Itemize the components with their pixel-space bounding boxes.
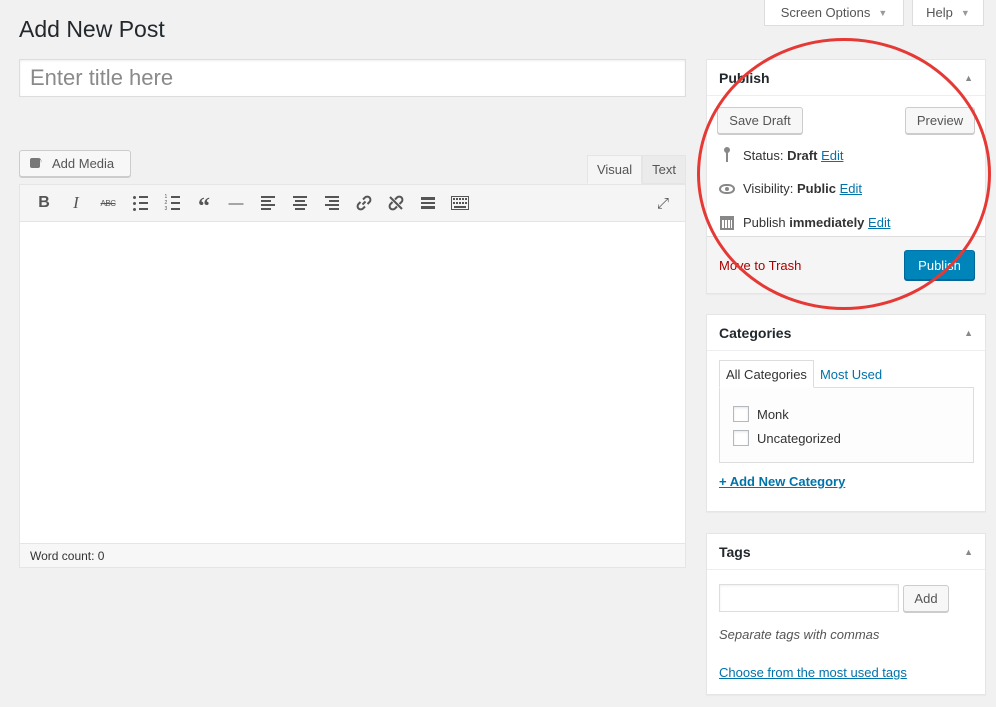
edit-publish-time-link[interactable]: Edit xyxy=(868,215,890,230)
link-icon[interactable] xyxy=(348,188,380,218)
editor-mode-tabs: Visual Text xyxy=(586,155,686,184)
category-label: Monk xyxy=(757,406,789,422)
unlink-icon[interactable] xyxy=(380,188,412,218)
caret-down-icon: ▼ xyxy=(878,7,888,18)
screen-meta-links: Screen Options ▼ Help ▼ xyxy=(764,0,984,26)
category-checklist: Monk Uncategorized xyxy=(719,387,974,463)
horizontal-rule-icon[interactable]: — xyxy=(220,188,252,218)
publish-actions: Move to Trash Publish xyxy=(707,236,985,293)
visibility-label: Visibility: xyxy=(743,181,794,196)
page-title: Add New Post xyxy=(19,16,165,42)
publish-time-row: Publish immediately Edit xyxy=(719,215,890,230)
visibility-value: Public xyxy=(796,181,836,196)
post-status-row: Status: Draft Edit xyxy=(719,147,843,163)
screen-options-button[interactable]: Screen Options ▼ xyxy=(764,0,904,26)
category-item[interactable]: Uncategorized xyxy=(720,426,973,450)
help-label: Help xyxy=(926,5,953,20)
numbered-list-icon[interactable]: 123 xyxy=(156,188,188,218)
read-more-icon[interactable] xyxy=(412,188,444,218)
publish-time-value: immediately xyxy=(789,215,865,230)
preview-button[interactable]: Preview xyxy=(905,107,975,134)
editor-toolbar: B I ABC 123 “ — ⤢ xyxy=(20,185,685,222)
edit-visibility-link[interactable]: Edit xyxy=(840,181,862,196)
category-tabs: All Categories Most Used xyxy=(719,360,888,388)
choose-most-used-tags-link[interactable]: Choose from the most used tags xyxy=(719,665,907,680)
category-checkbox[interactable] xyxy=(733,430,749,446)
collapse-arrow-icon[interactable]: ▲ xyxy=(964,547,973,557)
bullet-list-icon[interactable] xyxy=(124,188,156,218)
tags-box-header[interactable]: Tags ▲ xyxy=(707,534,985,570)
caret-down-icon: ▼ xyxy=(960,7,970,18)
tab-visual[interactable]: Visual xyxy=(586,155,643,184)
help-button[interactable]: Help ▼ xyxy=(912,0,984,26)
bold-icon[interactable]: B xyxy=(28,188,60,218)
new-tag-input[interactable] xyxy=(719,584,899,612)
tab-most-used[interactable]: Most Used xyxy=(814,360,888,388)
publish-button[interactable]: Publish xyxy=(904,250,975,280)
fullscreen-icon[interactable]: ⤢ xyxy=(647,188,679,218)
add-media-label: Add Media xyxy=(52,156,115,171)
publish-time-label: Publish xyxy=(743,215,786,230)
editor-content-area[interactable] xyxy=(20,222,685,544)
align-right-icon[interactable] xyxy=(316,188,348,218)
categories-box: Categories ▲ All Categories Most Used Mo… xyxy=(706,314,986,512)
edit-status-link[interactable]: Edit xyxy=(821,148,843,163)
tab-all-categories[interactable]: All Categories xyxy=(719,360,814,388)
category-checkbox[interactable] xyxy=(733,406,749,422)
toolbar-toggle-icon[interactable] xyxy=(444,188,476,218)
blockquote-icon[interactable]: “ xyxy=(188,188,220,220)
align-left-icon[interactable] xyxy=(252,188,284,218)
category-label: Uncategorized xyxy=(757,430,841,446)
tab-text[interactable]: Text xyxy=(642,155,686,184)
status-label: Status: xyxy=(743,147,784,163)
align-center-icon[interactable] xyxy=(284,188,316,218)
save-draft-button[interactable]: Save Draft xyxy=(717,107,803,134)
tags-box: Tags ▲ Add Separate tags with commas Cho… xyxy=(706,533,986,695)
screen-options-label: Screen Options xyxy=(780,5,871,20)
pin-icon xyxy=(719,147,735,163)
eye-icon xyxy=(719,183,735,194)
word-count: Word count: 0 xyxy=(20,543,685,567)
publish-box-header[interactable]: Publish ▲ xyxy=(707,60,985,96)
visibility-row: Visibility: Public Edit xyxy=(719,181,862,196)
calendar-icon xyxy=(719,215,735,230)
publish-box-title: Publish xyxy=(719,69,770,86)
collapse-arrow-icon[interactable]: ▲ xyxy=(964,328,973,338)
collapse-arrow-icon[interactable]: ▲ xyxy=(964,73,973,83)
media-icon xyxy=(30,155,46,171)
add-new-category-link[interactable]: + Add New Category xyxy=(719,474,845,489)
add-media-button[interactable]: Add Media xyxy=(19,150,131,177)
strikethrough-icon[interactable]: ABC xyxy=(92,188,124,218)
publish-box: Publish ▲ Save Draft Preview Status: Dra… xyxy=(706,59,986,294)
post-title-input[interactable] xyxy=(19,59,686,97)
category-item[interactable]: Monk xyxy=(720,402,973,426)
tag-hint: Separate tags with commas xyxy=(719,627,880,642)
categories-box-header[interactable]: Categories ▲ xyxy=(707,315,985,351)
status-value: Draft xyxy=(787,147,818,163)
move-to-trash-link[interactable]: Move to Trash xyxy=(719,258,801,273)
add-tag-button[interactable]: Add xyxy=(903,585,949,612)
tags-box-title: Tags xyxy=(719,543,751,560)
categories-box-title: Categories xyxy=(719,324,792,341)
post-editor: B I ABC 123 “ — ⤢ Word count: 0 xyxy=(19,184,686,568)
italic-icon[interactable]: I xyxy=(60,188,92,218)
